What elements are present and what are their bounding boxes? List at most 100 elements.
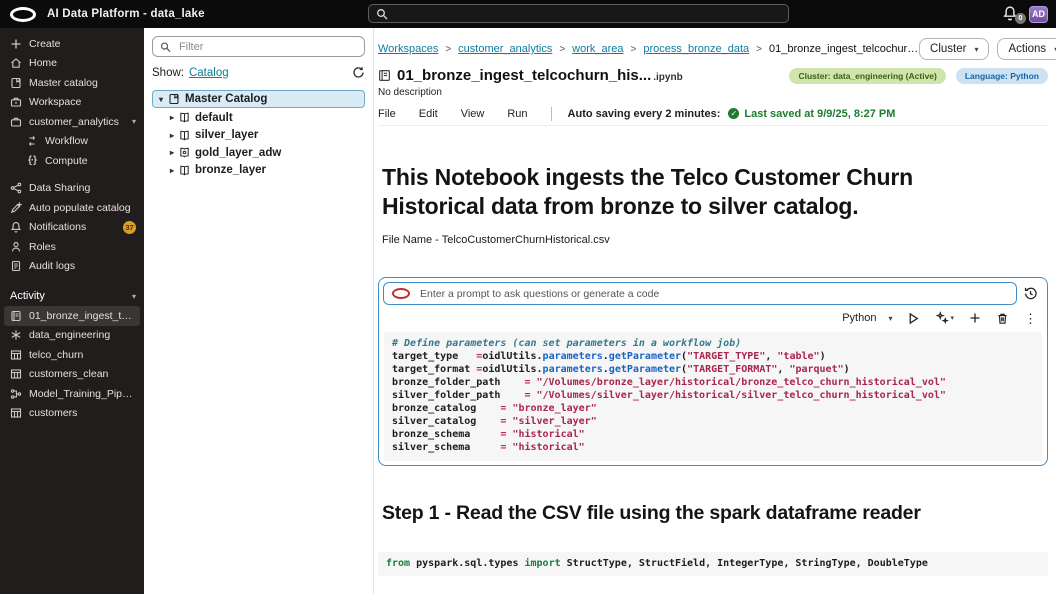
- caret-right-icon[interactable]: ▸: [170, 148, 174, 157]
- tree-node-gold-layer-adw[interactable]: ▸ gold_layer_adw: [152, 145, 365, 161]
- generate-code-button[interactable]: ▾: [935, 311, 954, 325]
- plus-icon: [970, 313, 980, 323]
- sidebar-item-compute[interactable]: {·} Compute: [0, 151, 144, 171]
- tree-node-default[interactable]: ▸ default: [152, 110, 365, 126]
- book-icon: [180, 130, 189, 141]
- catalog-show-link[interactable]: Catalog: [189, 67, 229, 79]
- table-icon: [10, 369, 22, 379]
- catalog-filter[interactable]: [152, 36, 365, 57]
- plus-icon: [11, 39, 21, 49]
- workflow-icon: [29, 136, 35, 147]
- play-icon: [910, 312, 919, 325]
- cluster-dropdown-button[interactable]: Cluster ▾: [919, 38, 990, 60]
- breadcrumb-workspaces[interactable]: Workspaces: [378, 43, 438, 55]
- sidebar-item-auto-populate-catalog[interactable]: Auto populate catalog: [0, 198, 144, 218]
- table-icon: [10, 408, 22, 418]
- notebook-badges: Cluster: data_engineering (Active) Langu…: [789, 67, 1048, 84]
- sidebar-item-audit-logs[interactable]: Audit logs: [0, 257, 144, 277]
- history-button[interactable]: [1017, 286, 1043, 301]
- sidebar-item-customer-analytics[interactable]: customer_analytics ▾: [0, 112, 144, 132]
- chevron-down-icon: ▾: [131, 291, 136, 301]
- menu-run[interactable]: Run: [507, 108, 527, 120]
- sidebar-item-roles[interactable]: Roles: [0, 237, 144, 257]
- language-select[interactable]: Python ▾: [842, 312, 892, 324]
- table-icon: [10, 350, 22, 360]
- ai-prompt-box[interactable]: [383, 282, 1017, 306]
- activity-item-model-training-pipeline[interactable]: Model_Training_Pipel...: [0, 384, 144, 404]
- cell-code[interactable]: # Define parameters (can set parameters …: [384, 332, 1042, 461]
- delete-cell-button[interactable]: [996, 312, 1009, 325]
- activity-item-customers[interactable]: customers: [0, 404, 144, 424]
- notebook-title: 01_bronze_ingest_telcochurn_his...: [397, 67, 652, 84]
- menu-file[interactable]: File: [378, 108, 396, 120]
- breadcrumb-current: 01_bronze_ingest_telcochurn...: [769, 43, 920, 55]
- notebook-icon: [11, 310, 21, 321]
- sidebar-item-workflow[interactable]: Workflow: [0, 132, 144, 152]
- cell-more-menu-button[interactable]: ⋮: [1024, 312, 1037, 325]
- breadcrumb-customer-analytics[interactable]: customer_analytics: [458, 43, 552, 55]
- global-search[interactable]: [368, 4, 789, 23]
- history-clock-icon: [1024, 288, 1037, 300]
- cell-toolbar: Python ▾ ▾ ⋮: [383, 305, 1043, 331]
- ai-prompt-input[interactable]: [418, 286, 1008, 301]
- sidebar-item-workspace[interactable]: Workspace: [0, 93, 144, 113]
- catalog-book-icon: [11, 77, 21, 88]
- refresh-icon: [353, 67, 364, 78]
- refresh-button[interactable]: [352, 66, 365, 79]
- breadcrumb-process-bronze-data[interactable]: process_bronze_data: [643, 43, 749, 55]
- sidebar-item-create[interactable]: Create: [0, 34, 144, 54]
- import-code-cell[interactable]: from pyspark.sql.types import StructType…: [378, 551, 1048, 577]
- briefcase-icon: [10, 98, 22, 107]
- topbar: AI Data Platform - data_lake 0 AD: [0, 0, 1056, 28]
- menu-view[interactable]: View: [461, 108, 485, 120]
- chevron-down-icon: ▾: [974, 44, 979, 54]
- sidebar-item-data-sharing[interactable]: Data Sharing: [0, 179, 144, 199]
- show-label: Show:: [152, 66, 184, 79]
- menu-edit[interactable]: Edit: [419, 108, 438, 120]
- activity-item-telco-churn[interactable]: telco_churn: [0, 345, 144, 365]
- notebook-code-cell: Python ▾ ▾ ⋮ # Define parameters (: [378, 277, 1048, 466]
- caret-down-icon[interactable]: ▾: [159, 95, 163, 104]
- global-search-input[interactable]: [394, 6, 781, 21]
- sidebar-item-home[interactable]: Home: [0, 54, 144, 74]
- briefcase-icon: [10, 117, 22, 127]
- spark-icon: [11, 330, 21, 341]
- notifications-bell-button[interactable]: 0: [1002, 5, 1026, 24]
- caret-right-icon[interactable]: ▸: [170, 131, 174, 140]
- braces-icon: {·}: [27, 155, 37, 167]
- main-content: Workspaces > customer_analytics > work_a…: [374, 28, 1056, 594]
- sidebar-item-master-catalog[interactable]: Master catalog: [0, 73, 144, 93]
- activity-item-customers-clean[interactable]: customers_clean: [0, 365, 144, 385]
- topbar-right: 0 AD: [1002, 0, 1048, 28]
- notebook-menu-bar: File Edit View Run Auto saving every 2 m…: [378, 106, 1048, 126]
- catalog-filter-input[interactable]: [176, 39, 357, 54]
- step1-heading: Step 1 - Read the CSV file using the spa…: [382, 501, 921, 524]
- menu-divider: [550, 106, 552, 121]
- pipeline-icon: [10, 388, 22, 399]
- cluster-status-badge: Cluster: data_engineering (Active): [789, 67, 946, 84]
- app-title: AI Data Platform - data_lake: [47, 8, 205, 20]
- caret-right-icon[interactable]: ▸: [170, 166, 174, 175]
- sidebar-item-notifications[interactable]: Notifications 37: [0, 218, 144, 238]
- activity-item-notebook[interactable]: 01_bronze_ingest_tel...: [4, 306, 140, 326]
- actions-dropdown-button[interactable]: Actions ▾: [997, 38, 1056, 60]
- caret-right-icon[interactable]: ▸: [170, 113, 174, 122]
- breadcrumb: Workspaces > customer_analytics > work_a…: [378, 43, 920, 55]
- ai-prompt-row: [383, 282, 1043, 306]
- sidebar-section-activity[interactable]: Activity ▾: [0, 286, 144, 306]
- sparkle-icon: [936, 311, 950, 325]
- add-cell-button[interactable]: [969, 312, 981, 324]
- activity-item-data-engineering[interactable]: data_engineering: [0, 326, 144, 346]
- home-icon: [11, 58, 21, 68]
- autosave-label: Auto saving every 2 minutes:: [567, 107, 721, 120]
- tree-node-bronze-layer[interactable]: ▸ bronze_layer: [152, 163, 365, 179]
- catalog-tree: ▾ Master Catalog ▸ default ▸ silver_laye…: [152, 90, 365, 178]
- avatar[interactable]: AD: [1029, 5, 1048, 23]
- tree-node-silver-layer[interactable]: ▸ silver_layer: [152, 128, 365, 144]
- run-cell-button[interactable]: [907, 312, 920, 325]
- chevron-down-icon: ▾: [950, 315, 954, 323]
- tree-node-master-catalog[interactable]: ▾ Master Catalog: [152, 90, 365, 108]
- header-actions: Cluster ▾ Actions ▾ Run all: [919, 32, 1056, 66]
- breadcrumb-work-area[interactable]: work_area: [572, 43, 623, 55]
- notifications-count-badge: 37: [123, 220, 136, 234]
